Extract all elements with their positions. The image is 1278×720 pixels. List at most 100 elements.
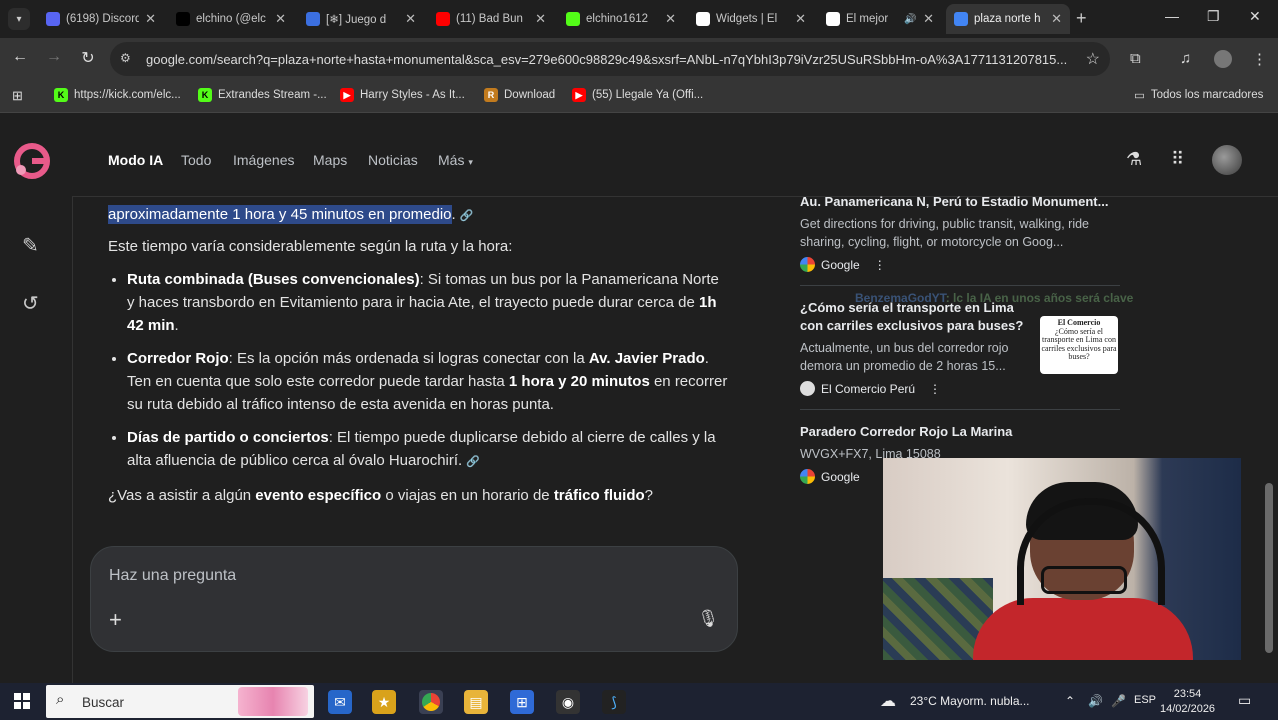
maximize-button[interactable]: ❐ [1207,8,1220,25]
tab-noticias[interactable]: Noticias [368,152,418,168]
chat-user: BenzemaGodYT [855,291,946,305]
more-icon[interactable]: ⋮ [874,258,886,272]
chrome-icon[interactable] [419,690,443,714]
source-title[interactable]: Paradero Corredor Rojo La Marina [800,423,1120,441]
google-ai-logo[interactable] [12,141,52,181]
browser-tab[interactable]: [❄] Juego d ✕ [298,4,424,34]
taskbar-search[interactable]: ⌕ Buscar [46,685,314,718]
windows-start-icon[interactable] [14,693,30,709]
clock[interactable]: 23:54 14/02/2026 [1160,687,1215,717]
link-icon[interactable]: 🔗 [460,205,474,228]
tab-mas-label: Más [438,152,465,168]
game-icon [306,12,320,26]
page-content: ✎ ↺ Modo IA Todo Imágenes Maps Noticias … [0,113,1278,683]
account-avatar[interactable] [1212,145,1242,175]
tab-close-icon[interactable]: ✕ [145,11,156,27]
tab-maps[interactable]: Maps [313,152,347,168]
source-card[interactable]: ¿Cómo sería el transporte en Lima con ca… [800,299,1032,396]
url-text[interactable]: google.com/search?q=plaza+norte+hasta+mo… [146,52,1076,67]
q-bold: evento específico [255,487,382,504]
tab-close-icon[interactable]: ✕ [405,11,416,27]
forward-button[interactable]: → [42,48,66,66]
bookmark-item[interactable]: ▶ (55) Llegale Ya (Offi... [572,88,703,102]
minimize-button[interactable]: — [1165,8,1179,24]
volume-icon[interactable]: 🔊 [1088,694,1103,708]
apps-grid-icon[interactable]: ⊞ [12,88,23,104]
bookmark-item[interactable]: Khttps://kick.com/elc... [54,88,181,102]
thumb-caption: ¿Cómo sería el transporte en Lima con ca… [1041,326,1117,361]
glasses [1041,566,1127,594]
add-attachment-icon[interactable]: + [109,607,122,633]
obs-icon[interactable]: ◉ [556,690,580,714]
new-tab-button[interactable]: + [1076,8,1087,29]
link-icon[interactable]: 🔗 [466,451,480,474]
source-thumbnail[interactable]: El Comercio ¿Cómo sería el transporte en… [1040,316,1118,374]
tab-title: [❄] Juego d [326,14,387,26]
tab-close-icon[interactable]: ✕ [535,11,546,27]
bookmark-item[interactable]: K Extrandes Stream -... [198,88,327,102]
source-site: El Comercio Perú [821,381,916,396]
browser-tab[interactable]: (6198) Discord ✕ [38,4,164,34]
reload-button[interactable]: ↻ [76,48,100,68]
more-icon[interactable]: ⋮ [929,382,941,396]
tab-close-icon[interactable]: ✕ [275,11,286,27]
browser-tab[interactable]: (11) Bad Bun ✕ [428,4,554,34]
tab-close-icon[interactable]: ✕ [665,11,676,27]
taskbar-search-label: Buscar [82,695,125,710]
tab-mas[interactable]: Más ▾ [438,152,473,168]
menu-kebab-icon[interactable]: ⋮ [1252,50,1267,68]
address-bar[interactable]: ⚙ google.com/search?q=plaza+norte+hasta+… [110,42,1110,76]
language-indicator[interactable]: ESP [1134,694,1156,706]
new-chat-icon[interactable]: ✎ [22,233,39,258]
app-icon[interactable]: ⟆ [602,690,626,714]
bookmark-star-icon[interactable]: ☆ [1086,49,1100,69]
audio-playing-icon[interactable]: 🔊 [904,14,916,25]
close-window-button[interactable]: ✕ [1249,8,1261,25]
notifications-icon[interactable]: ▭ [1238,692,1251,709]
tab-close-icon[interactable]: ✕ [1051,11,1062,27]
store-icon[interactable]: ⊞ [510,690,534,714]
page-scrollbar[interactable] [1265,483,1273,653]
labs-flask-icon[interactable]: ⚗ [1126,149,1142,170]
extensions-icon[interactable]: ⧉ [1130,50,1141,67]
source-title[interactable]: Au. Panamericana N, Perú to Estadio Monu… [800,193,1120,211]
ask-placeholder[interactable]: Haz una pregunta [109,567,236,585]
tab-search-chevron-icon[interactable]: ▾ [8,8,30,30]
profile-avatar[interactable] [1214,50,1232,68]
answer-bullets: Ruta combinada (Buses convencionales): S… [108,268,728,474]
tab-modo-ia[interactable]: Modo IA [108,152,163,168]
history-icon[interactable]: ↺ [22,291,39,316]
source-card[interactable]: Au. Panamericana N, Perú to Estadio Monu… [800,193,1120,272]
tab-close-icon[interactable]: ✕ [795,11,806,27]
badge-app-icon[interactable]: ★ [372,690,396,714]
outlook-icon[interactable]: ✉ [328,690,352,714]
tray-chevron-icon[interactable]: ⌃ [1065,694,1075,708]
microphone-icon[interactable]: 🎙 [697,609,719,629]
back-button[interactable]: ← [8,48,32,66]
tab-imagenes[interactable]: Imágenes [233,152,294,168]
kick-icon: K [198,88,212,102]
list-item: Corredor Rojo: Es la opción más ordenada… [127,347,728,416]
file-explorer-icon[interactable]: ▤ [464,690,488,714]
bookmark-item[interactable]: R Download [484,88,555,102]
tab-title: plaza norte h [974,13,1041,25]
browser-tab[interactable]: elchino1612 ✕ [558,4,684,34]
browser-tab[interactable]: elchino (@elc ✕ [168,4,294,34]
weather-cloud-icon[interactable]: ☁ [880,691,896,711]
tab-title: (11) Bad Bun [456,13,523,25]
bookmark-item[interactable]: ▶ Harry Styles - As It... [340,88,465,102]
browser-tab[interactable]: plaza norte h ✕ [946,4,1070,34]
source-meta: El Comercio Perú ⋮ [800,381,1032,396]
ask-input-box[interactable]: Haz una pregunta + 🎙 [90,546,738,652]
tab-todo[interactable]: Todo [181,152,211,168]
mic-tray-icon[interactable]: 🎤 [1111,694,1126,708]
highlighted-text: aproximadamente 1 hora y 45 minutos en p… [108,205,452,224]
google-apps-icon[interactable]: ⠿ [1171,149,1184,170]
weather-text[interactable]: 23°C Mayorm. nubla... [910,694,1030,708]
tab-close-icon[interactable]: ✕ [923,11,934,27]
media-control-icon[interactable]: ♫ [1180,50,1191,67]
site-info-icon[interactable]: ⚙ [120,51,131,65]
browser-tab[interactable]: El mejor 🔊 ✕ [818,4,942,34]
browser-tab[interactable]: Widgets | El ✕ [688,4,814,34]
all-bookmarks-folder[interactable]: ▭ Todos los marcadores [1134,88,1263,102]
